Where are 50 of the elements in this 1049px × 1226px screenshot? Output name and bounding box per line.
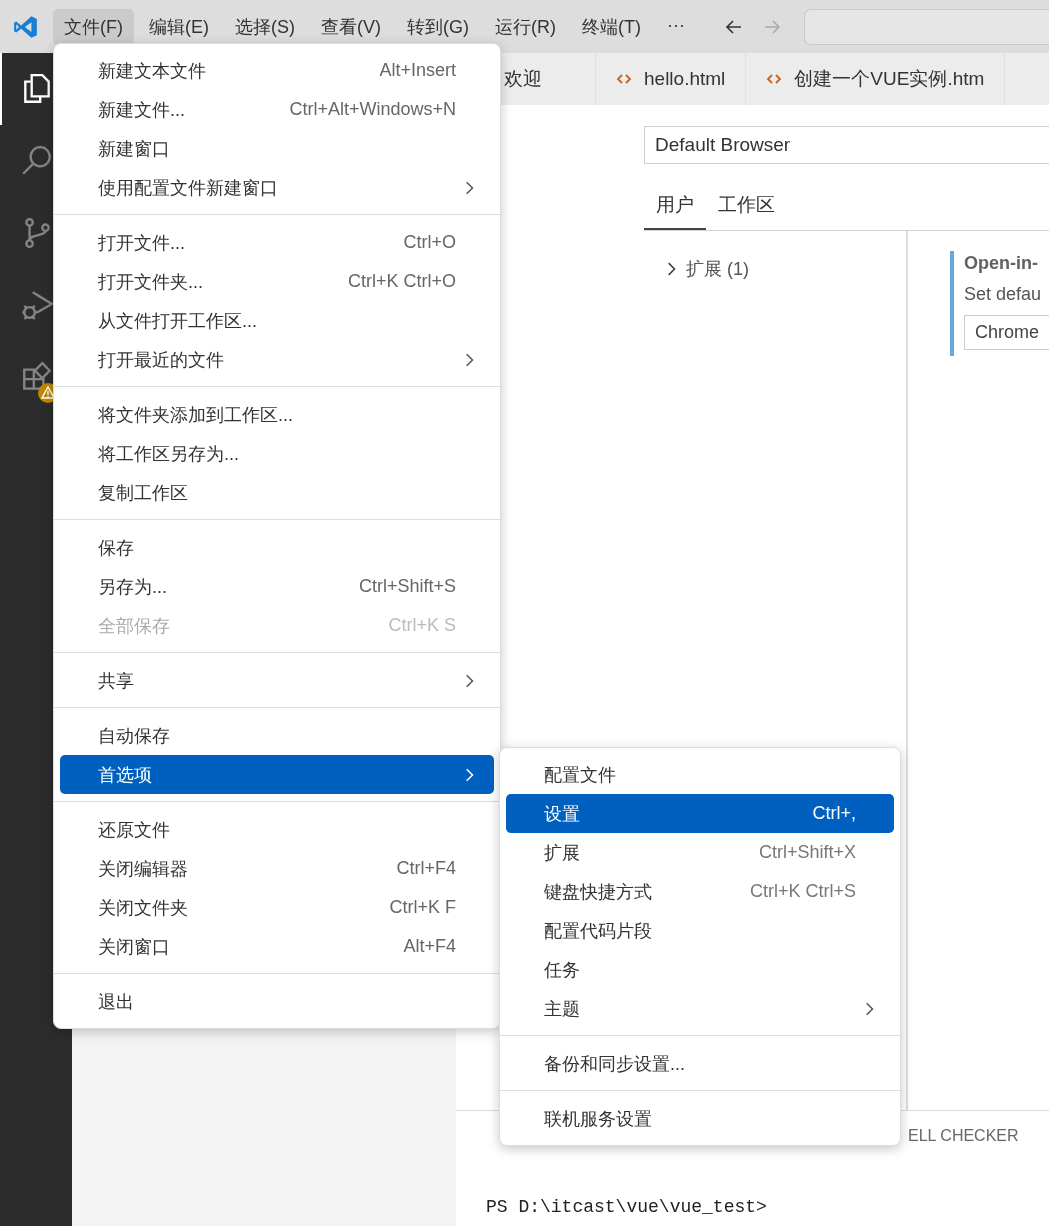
more-menu-button[interactable]: ··· — [655, 8, 696, 45]
menu-item[interactable]: 退出 — [60, 982, 494, 1021]
menu-bar-item[interactable]: 查看(V) — [310, 8, 392, 45]
menu-item[interactable]: 打开文件... Ctrl+O — [60, 223, 494, 262]
run-debug-icon — [20, 288, 54, 322]
editor-tab[interactable]: hello.html — [596, 53, 747, 105]
menu-bar-item[interactable]: 选择(S) — [224, 8, 306, 45]
menu-item[interactable]: 备份和同步设置... — [506, 1044, 894, 1083]
menu-item[interactable]: 复制工作区 — [60, 473, 494, 512]
menu-item[interactable]: 还原文件 — [60, 810, 494, 849]
menu-item[interactable]: 关闭窗口 Alt+F4 — [60, 927, 494, 966]
menu-item[interactable]: 新建窗口 — [60, 129, 494, 168]
menu-item[interactable]: 关闭编辑器 Ctrl+F4 — [60, 849, 494, 888]
settings-search-field[interactable]: Default Browser — [644, 126, 1049, 164]
menu-item[interactable]: 保存 — [60, 528, 494, 567]
menu-bar-item[interactable]: 运行(R) — [484, 8, 567, 45]
setting-description: Set defau — [963, 284, 1043, 305]
menu-item[interactable]: 打开文件夹... Ctrl+K Ctrl+O — [60, 262, 494, 301]
menu-item[interactable]: 任务 — [506, 950, 894, 989]
menu-bar-item[interactable]: 转到(G) — [396, 8, 480, 45]
menu-bar-item[interactable]: 编辑(E) — [138, 8, 220, 45]
menu-item[interactable]: 配置代码片段 — [506, 911, 894, 950]
menu-item[interactable]: 另存为... Ctrl+Shift+S — [60, 567, 494, 606]
scope-tab[interactable]: 工作区 — [706, 188, 787, 230]
menu-item[interactable]: 将工作区另存为... — [60, 434, 494, 473]
menu-item[interactable]: 设置 Ctrl+, — [506, 794, 894, 833]
scope-tab[interactable]: 用户 — [644, 188, 706, 230]
menu-item[interactable]: 键盘快捷方式 Ctrl+K Ctrl+S — [506, 872, 894, 911]
setting-title: Open-in- — [963, 253, 1039, 274]
editor-tab[interactable]: 创建一个VUE实例.htm — [746, 53, 1006, 105]
menu-item[interactable]: 自动保存 — [60, 716, 494, 755]
menu-item[interactable]: 从文件打开工作区... — [60, 301, 494, 340]
menu-item[interactable]: 扩展 Ctrl+Shift+X — [506, 833, 894, 872]
command-center-field[interactable] — [803, 8, 1049, 45]
menu-item[interactable]: 关闭文件夹 Ctrl+K F — [60, 888, 494, 927]
menu-item[interactable]: 将文件夹添加到工作区... — [60, 395, 494, 434]
menu-item[interactable]: 主题 — [506, 989, 894, 1028]
menu-item[interactable]: 使用配置文件新建窗口 — [60, 168, 494, 207]
menu-item[interactable]: 联机服务设置 — [506, 1099, 894, 1138]
menu-item[interactable]: 打开最近的文件 — [60, 340, 494, 379]
panel-tab[interactable]: ELL CHECKER — [908, 1127, 1019, 1157]
menu-bar-item[interactable]: 终端(T) — [571, 8, 652, 45]
menu-item[interactable]: 共享 — [60, 661, 494, 700]
menu-item[interactable]: 首选项 — [60, 755, 494, 794]
menu-item[interactable]: 配置文件 — [506, 755, 894, 794]
tree-item[interactable]: 扩展 (1) — [664, 257, 906, 281]
menu-bar-item[interactable]: 文件(F) — [53, 8, 134, 45]
code-logo-icon — [13, 13, 39, 40]
terminal-prompt: PS D:\itcast\vue\vue_test> — [486, 1197, 768, 1217]
browser-dropdown[interactable]: Chrome — [963, 315, 1049, 350]
